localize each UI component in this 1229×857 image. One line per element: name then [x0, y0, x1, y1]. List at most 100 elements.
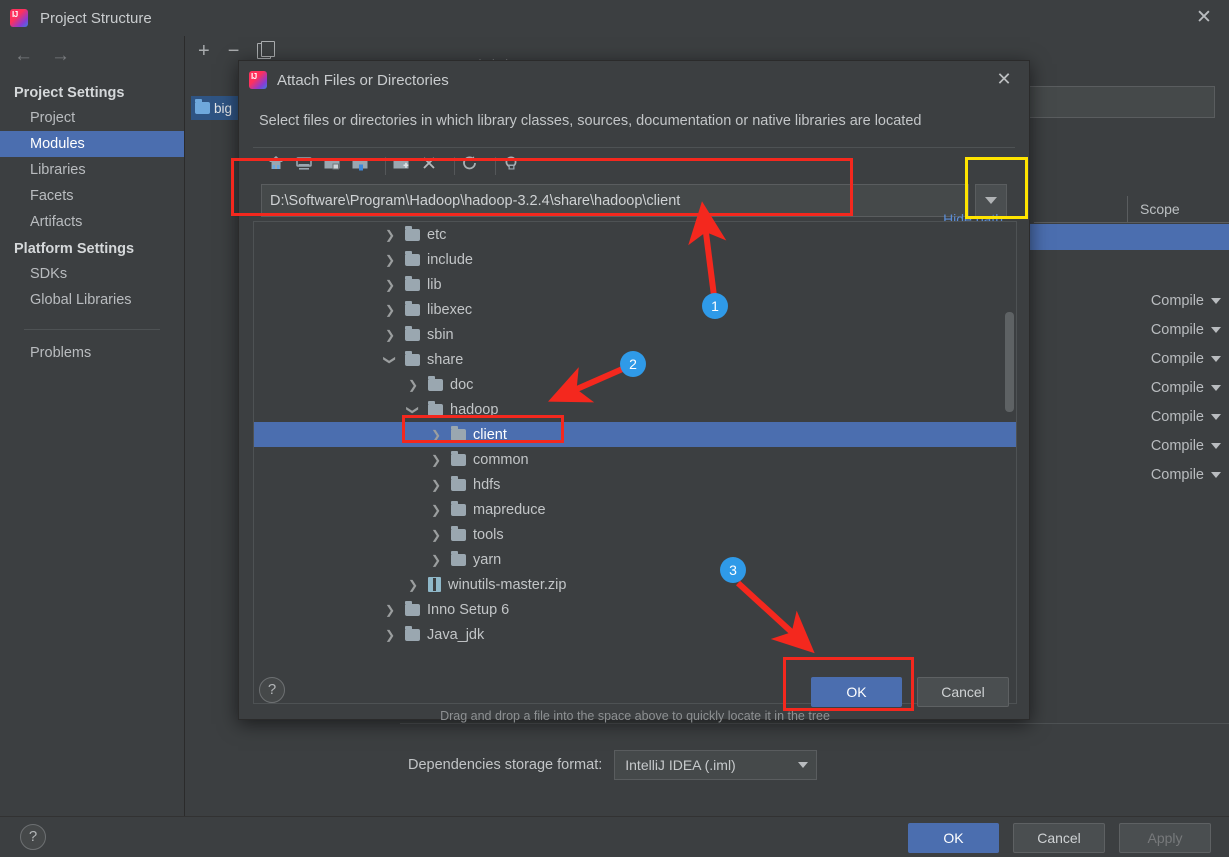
sidebar-item-libraries[interactable]: Libraries: [0, 157, 184, 183]
toolbar-divider: [385, 157, 386, 175]
chevron-down-icon[interactable]: [1211, 297, 1221, 304]
file-tree-row[interactable]: ❯ mapreduce: [254, 497, 1016, 522]
project-folder-icon[interactable]: [323, 155, 351, 177]
dependencies-storage-format-value: IntelliJ IDEA (.iml): [625, 757, 736, 773]
scope-column-values: Compile Compile Compile Compile Compile …: [1027, 286, 1229, 489]
chevron-right-icon[interactable]: ❯: [381, 328, 399, 342]
delete-icon[interactable]: [420, 155, 448, 177]
file-tree-row[interactable]: ❯ Java_jdk: [254, 622, 1016, 647]
table-row[interactable]: Compile: [1027, 460, 1229, 489]
chevron-down-icon[interactable]: ❯: [383, 351, 397, 369]
cancel-button[interactable]: Cancel: [1013, 823, 1105, 853]
show-hidden-icon[interactable]: [502, 155, 530, 177]
window-title: Project Structure: [40, 9, 152, 27]
file-tree-row-label: Java_jdk: [427, 626, 485, 643]
dialog-close-button[interactable]: ✕: [993, 69, 1015, 91]
file-tree-row[interactable]: ❯ libexec: [254, 297, 1016, 322]
sidebar-item-modules[interactable]: Modules: [0, 131, 184, 157]
chevron-down-icon[interactable]: [1211, 384, 1221, 391]
table-row[interactable]: Compile: [1027, 373, 1229, 402]
table-row[interactable]: Compile: [1027, 344, 1229, 373]
file-tree-rows: ❯ etc ❯ include ❯ lib ❯ libexec ❯ sbin ❯ share ❯ doc ❯…: [254, 222, 1016, 703]
dialog-cancel-button[interactable]: Cancel: [917, 677, 1009, 707]
chevron-right-icon[interactable]: ❯: [427, 503, 445, 517]
chevron-down-icon[interactable]: ❯: [406, 401, 420, 419]
chevron-right-icon[interactable]: ❯: [404, 578, 422, 592]
sidebar-item-sdks[interactable]: SDKs: [0, 261, 184, 287]
table-row[interactable]: Compile: [1027, 286, 1229, 315]
chevron-down-icon[interactable]: [1211, 442, 1221, 449]
table-row[interactable]: Compile: [1027, 402, 1229, 431]
chevron-right-icon[interactable]: ❯: [404, 378, 422, 392]
chevron-right-icon[interactable]: ❯: [381, 303, 399, 317]
sidebar-item-problems[interactable]: Problems: [0, 340, 184, 366]
module-folder-icon[interactable]: [351, 155, 379, 177]
folder-icon: [405, 250, 420, 266]
apply-button[interactable]: Apply: [1119, 823, 1211, 853]
help-button[interactable]: ?: [20, 824, 46, 850]
file-tree-row-label: Inno Setup 6: [427, 601, 510, 618]
arrow-left-icon[interactable]: ←: [14, 46, 33, 65]
arrow-right-icon[interactable]: →: [51, 46, 70, 65]
sidebar-item-global-libraries[interactable]: Global Libraries: [0, 287, 184, 313]
chevron-right-icon[interactable]: ❯: [427, 528, 445, 542]
chevron-down-icon[interactable]: [1211, 326, 1221, 333]
table-row[interactable]: Compile: [1027, 431, 1229, 460]
chevron-right-icon[interactable]: ❯: [381, 278, 399, 292]
file-tree-row[interactable]: ❯ etc: [254, 222, 1016, 247]
file-tree[interactable]: ❯ etc ❯ include ❯ lib ❯ libexec ❯ sbin ❯ share ❯ doc ❯…: [253, 221, 1017, 704]
copy-icon[interactable]: [257, 41, 276, 59]
chevron-right-icon[interactable]: ❯: [427, 428, 445, 442]
chevron-down-icon: [798, 762, 809, 768]
sidebar-item-artifacts[interactable]: Artifacts: [0, 209, 184, 235]
folder-icon: [451, 550, 466, 566]
window-close-button[interactable]: ✕: [1193, 8, 1215, 30]
chevron-right-icon[interactable]: ❯: [427, 478, 445, 492]
add-button[interactable]: +: [198, 41, 210, 61]
table-row-selected[interactable]: [1027, 224, 1229, 250]
file-tree-row[interactable]: ❯ sbin: [254, 322, 1016, 347]
dependencies-storage-format-select[interactable]: IntelliJ IDEA (.iml): [614, 750, 818, 780]
chevron-right-icon[interactable]: ❯: [427, 553, 445, 567]
home-icon[interactable]: [267, 155, 295, 177]
file-tree-row[interactable]: ❯ hdfs: [254, 472, 1016, 497]
chevron-right-icon[interactable]: ❯: [381, 228, 399, 242]
chevron-down-icon[interactable]: [1211, 471, 1221, 478]
file-tree-row[interactable]: ❯ include: [254, 247, 1016, 272]
scope-value: Compile: [1150, 379, 1204, 396]
file-tree-row[interactable]: ❯ hadoop: [254, 397, 1016, 422]
file-tree-row[interactable]: ❯ yarn: [254, 547, 1016, 572]
chevron-right-icon[interactable]: ❯: [427, 453, 445, 467]
scope-value: Compile: [1150, 350, 1204, 367]
dialog-help-button[interactable]: ?: [259, 677, 285, 703]
chevron-down-icon[interactable]: [1211, 355, 1221, 362]
chevron-right-icon[interactable]: ❯: [381, 628, 399, 642]
file-tree-row[interactable]: ❯ Inno Setup 6: [254, 597, 1016, 622]
table-row[interactable]: Compile: [1027, 315, 1229, 344]
remove-button[interactable]: −: [228, 41, 240, 61]
chevron-right-icon[interactable]: ❯: [381, 603, 399, 617]
file-tree-row[interactable]: ❯ winutils-master.zip: [254, 572, 1016, 597]
sidebar-nav-arrows: ← →: [0, 36, 184, 65]
sidebar-item-facets[interactable]: Facets: [0, 183, 184, 209]
desktop-icon[interactable]: [295, 155, 323, 177]
folder-icon: [451, 475, 466, 491]
ok-button[interactable]: OK: [908, 823, 999, 853]
chevron-right-icon[interactable]: ❯: [381, 253, 399, 267]
dialog-toolbar: [239, 148, 1029, 182]
file-tree-row[interactable]: ❯ lib: [254, 272, 1016, 297]
module-name: big: [214, 100, 233, 116]
new-folder-icon[interactable]: [392, 155, 420, 177]
module-folder-icon: [195, 99, 210, 114]
chevron-down-icon[interactable]: [1211, 413, 1221, 420]
dialog-ok-button[interactable]: OK: [811, 677, 902, 707]
sidebar-item-project[interactable]: Project: [0, 105, 184, 131]
file-tree-scrollbar[interactable]: [1005, 312, 1014, 412]
file-tree-row[interactable]: ❯ tools: [254, 522, 1016, 547]
file-tree-row-label: mapreduce: [473, 501, 546, 518]
scope-value: Compile: [1150, 437, 1204, 454]
file-tree-row[interactable]: ❯ client: [254, 422, 1016, 447]
file-tree-row[interactable]: ❯ common: [254, 447, 1016, 472]
refresh-icon[interactable]: [461, 155, 489, 177]
path-input[interactable]: D:\Software\Program\Hadoop\hadoop-3.2.4\…: [261, 184, 969, 217]
